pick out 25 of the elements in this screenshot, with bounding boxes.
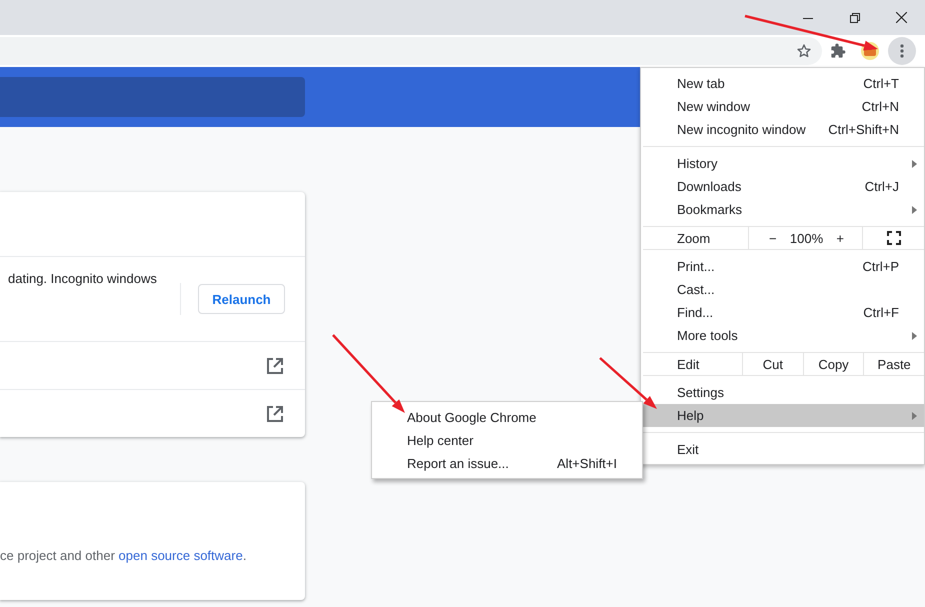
edit-label: Edit (676, 356, 700, 374)
menu-item[interactable]: About Google Chrome (372, 406, 642, 429)
zoom-in-button[interactable]: + (832, 230, 848, 246)
menu-item[interactable]: New incognito window Ctrl+Shift+N (641, 118, 924, 141)
relaunch-button[interactable]: Relaunch (198, 284, 285, 314)
menu-item[interactable]: Exit (641, 438, 924, 461)
zoom-out-button[interactable]: − (765, 230, 781, 246)
menu-item[interactable]: Help center (372, 429, 642, 452)
menu-item[interactable]: Downloads Ctrl+J (641, 175, 924, 198)
open-source-link[interactable]: open source software (118, 548, 243, 563)
zoom-level: 100% (788, 230, 824, 246)
menu-item[interactable]: Report an issue... Alt+Shift+I (372, 452, 642, 475)
menu-item[interactable]: Help (641, 404, 924, 427)
menu-item[interactable]: Bookmarks (641, 198, 924, 221)
update-message: dating. Incognito windows (7, 270, 158, 286)
zoom-label: Zoom (676, 230, 712, 248)
menu-item[interactable]: Cast... (641, 278, 924, 301)
menu-item[interactable]: New tab Ctrl+T (641, 72, 924, 95)
menu-item[interactable]: More tools (641, 324, 924, 347)
menu-item[interactable]: New window Ctrl+N (641, 95, 924, 118)
menu-item[interactable]: History (641, 152, 924, 175)
menu-item[interactable]: Settings (641, 381, 924, 404)
license-text: ce project and other open source software. (0, 547, 248, 563)
menu-item[interactable]: Print... Ctrl+P (641, 255, 924, 278)
menu-item[interactable]: Find... Ctrl+F (641, 301, 924, 324)
